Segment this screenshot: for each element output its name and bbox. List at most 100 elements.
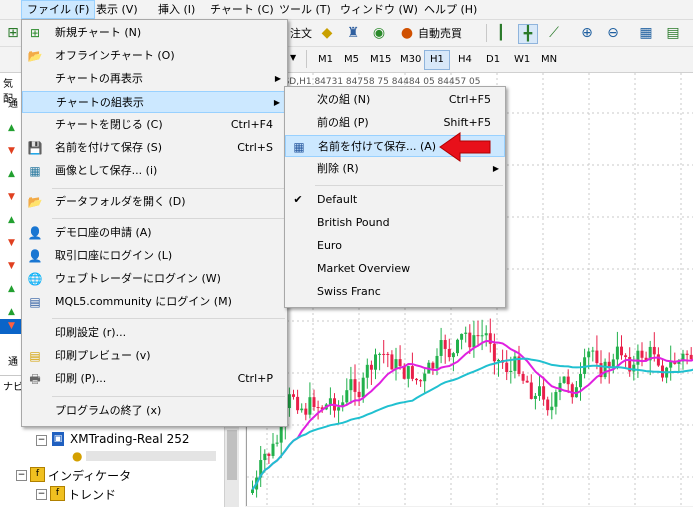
autotrading-icon[interactable]: ●: [398, 24, 416, 42]
collapse-toggle-icon[interactable]: −: [16, 470, 27, 481]
terminal-icon[interactable]: ◉: [370, 24, 388, 42]
candle-body: [620, 347, 623, 356]
zoom-out-icon[interactable]: ⊖: [604, 24, 622, 42]
timeframe-m1[interactable]: M1: [312, 50, 339, 70]
candle-body: [522, 374, 525, 381]
menu-item-save-as-picture[interactable]: ▦画像として保存... (i): [22, 160, 287, 182]
checkmark-icon: ✔: [290, 192, 306, 208]
timeframe-m30[interactable]: M30: [394, 50, 427, 70]
candle-body: [349, 379, 352, 390]
candle-body: [641, 351, 644, 358]
menu-item-offline-chart[interactable]: 📂オフラインチャート (O): [22, 45, 287, 67]
toolbar-divider: [306, 50, 307, 68]
candle-body: [308, 397, 311, 414]
menu-item-reopen-chart[interactable]: チャートの再表示▶: [22, 68, 287, 90]
file-menu: ⊞新規チャート (N) 📂オフラインチャート (O) チャートの再表示▶ チャー…: [21, 19, 288, 427]
autotrading-label[interactable]: 自動売買: [418, 25, 462, 41]
timeframe-h1[interactable]: H1: [424, 50, 450, 70]
timeframe-mn[interactable]: MN: [535, 50, 563, 70]
menu-item-open-data-folder[interactable]: 📂データフォルダを開く (D): [22, 191, 287, 213]
new-order-label[interactable]: 注文: [290, 25, 312, 41]
menu-chart[interactable]: チャート (C): [205, 0, 279, 19]
dropdown-arrow-icon[interactable]: ▼: [290, 53, 296, 62]
navigator-scrollbar[interactable]: [224, 422, 239, 507]
scrollbar-thumb[interactable]: [227, 430, 237, 480]
candle-body: [296, 397, 299, 410]
menu-item-profile-market-overview[interactable]: Market Overview: [285, 258, 505, 280]
zoom-in-icon[interactable]: ⊕: [578, 24, 596, 42]
metaeditor-icon[interactable]: ◆: [318, 24, 336, 42]
down-arrow-icon: ▼: [7, 193, 16, 202]
chart-shift-icon[interactable]: ▤: [664, 24, 682, 42]
mql5-icon: ▤: [27, 294, 43, 310]
menu-item-open-demo-account[interactable]: 👤デモ口座の申請 (A): [22, 222, 287, 244]
tile-windows-icon[interactable]: ▦: [637, 24, 655, 42]
collapse-toggle-icon[interactable]: −: [36, 435, 47, 446]
menu-bar: ファイル (F) 表示 (V) 挿入 (I) チャート (C) ツール (T) …: [0, 0, 693, 20]
save-image-icon: ▦: [27, 163, 43, 179]
new-chart-icon[interactable]: ⊞: [4, 24, 22, 42]
candle-body: [587, 351, 590, 357]
timeframe-m5[interactable]: M5: [338, 50, 365, 70]
menu-item-profile-euro[interactable]: Euro: [285, 235, 505, 257]
candle-body: [403, 366, 406, 379]
menu-item-close-chart[interactable]: チャートを閉じる (C)Ctrl+F4: [22, 114, 287, 136]
candle-body: [493, 344, 496, 361]
save-icon: 💾: [27, 140, 43, 156]
details-tab[interactable]: 通: [8, 353, 18, 368]
menu-item-print-preview[interactable]: ▤印刷プレビュー (v): [22, 345, 287, 367]
candle-body: [538, 386, 541, 396]
timeframe-d1[interactable]: D1: [480, 50, 506, 70]
menu-item-profile-swiss-franc[interactable]: Swiss Franc: [285, 281, 505, 303]
down-arrow-icon: ▼: [7, 147, 16, 156]
menu-item-print-setup[interactable]: 印刷設定 (r)...: [22, 322, 287, 344]
candle-body: [267, 454, 270, 456]
menu-window[interactable]: ウィンドウ (W): [335, 0, 423, 19]
trend-label[interactable]: トレンド: [68, 486, 116, 503]
menu-item-save[interactable]: 💾名前を付けて保存 (S)Ctrl+S: [22, 137, 287, 159]
bar-chart-icon[interactable]: ┃: [492, 24, 510, 42]
folder-open-icon: 📂: [27, 194, 43, 210]
up-arrow-icon: ▲: [7, 285, 16, 294]
timeframe-w1[interactable]: W1: [508, 50, 536, 70]
candle-body: [464, 333, 467, 334]
candle-body: [468, 333, 471, 348]
selected-row[interactable]: ▼: [0, 319, 22, 334]
menu-item-login-mql5[interactable]: ▤MQL5.community にログイン (M): [22, 291, 287, 313]
indicators-label[interactable]: インディケータ: [48, 467, 131, 484]
menu-insert[interactable]: 挿入 (I): [153, 0, 200, 19]
candle-body: [452, 353, 455, 357]
menu-item-print[interactable]: 🖶印刷 (P)...Ctrl+P: [22, 368, 287, 390]
menu-item-profile-default[interactable]: ✔Default: [285, 189, 505, 211]
menu-item-profiles[interactable]: チャートの組表示▶: [22, 91, 287, 113]
menu-help[interactable]: ヘルプ (H): [419, 0, 482, 19]
demo-account-icon: 👤: [27, 225, 43, 241]
candle-body: [313, 397, 316, 407]
menu-view[interactable]: 表示 (V): [91, 0, 143, 19]
menu-item-next-profile[interactable]: 次の組 (N)Ctrl+F5: [285, 89, 505, 111]
menu-item-profile-british-pound[interactable]: British Pound: [285, 212, 505, 234]
menu-item-exit[interactable]: プログラムの終了 (x): [22, 400, 287, 422]
menu-tools[interactable]: ツール (T): [274, 0, 336, 19]
timeframe-h4[interactable]: H4: [452, 50, 478, 70]
menu-item-login-web-trader[interactable]: 🌐ウェブトレーダーにログイン (W): [22, 268, 287, 290]
menu-item-new-chart[interactable]: ⊞新規チャート (N): [22, 22, 287, 44]
collapse-toggle-icon[interactable]: −: [36, 489, 47, 500]
candle-body: [276, 443, 279, 444]
candle-body: [497, 360, 500, 361]
candle-body: [624, 355, 627, 357]
market-watch-tab[interactable]: 通: [8, 95, 18, 110]
candlestick-icon[interactable]: ╋: [518, 24, 538, 44]
down-arrow-icon: ▼: [7, 262, 16, 271]
toolbar-divider: [486, 24, 487, 42]
line-chart-icon[interactable]: ⟋: [545, 24, 563, 42]
candle-body: [251, 489, 254, 493]
timeframe-m15[interactable]: M15: [364, 50, 397, 70]
menu-file[interactable]: ファイル (F): [21, 0, 95, 19]
up-arrow-icon: ▲: [7, 308, 16, 317]
account-label[interactable]: XMTrading-Real 252: [70, 432, 190, 446]
menu-item-login-trade-account[interactable]: 👤取引口座にログイン (L): [22, 245, 287, 267]
navigator-icon[interactable]: ♜: [344, 24, 362, 42]
candle-body: [337, 407, 340, 410]
candle-body: [366, 365, 369, 378]
